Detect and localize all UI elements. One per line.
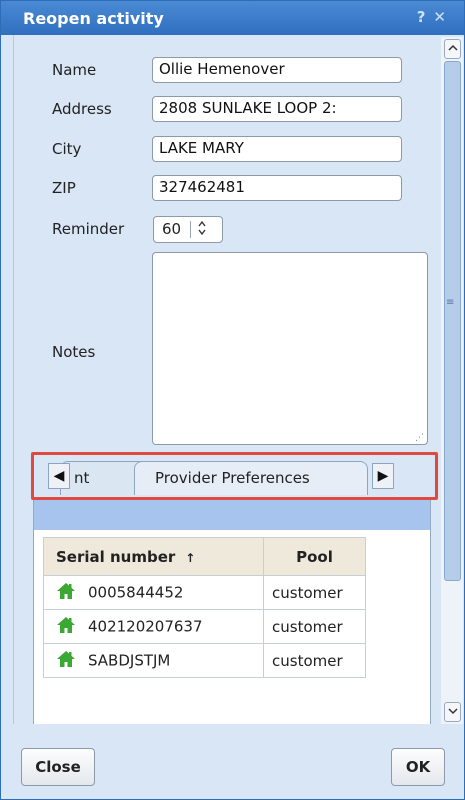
pool-cell: customer — [263, 643, 366, 678]
serial-cell: 0005844452 — [88, 583, 184, 601]
table-header-row: Serial number ↑ Pool — [43, 537, 366, 576]
reminder-value: 60 — [162, 220, 182, 238]
scroll-grip-icon: ≡ — [446, 297, 455, 308]
dialog-title: Reopen activity — [23, 9, 164, 28]
zip-field[interactable]: 327462481 — [152, 175, 402, 201]
serial-table: Serial number ↑ Pool 0005844452 customer … — [43, 537, 366, 678]
ok-button[interactable]: OK — [391, 748, 445, 786]
city-label: City — [52, 140, 82, 158]
notes-label: Notes — [52, 343, 96, 361]
house-icon — [56, 616, 76, 638]
column-header-serial[interactable]: Serial number ↑ — [43, 537, 264, 576]
name-label: Name — [52, 61, 97, 79]
address-field[interactable]: 2808 SUNLAKE LOOP 2: — [152, 96, 402, 122]
city-field[interactable]: LAKE MARY — [152, 136, 402, 162]
sort-ascending-icon: ↑ — [185, 550, 196, 565]
resize-grip-icon[interactable]: ⋰ — [415, 433, 424, 443]
help-icon[interactable]: ? — [417, 8, 434, 26]
reminder-label: Reminder — [52, 220, 125, 238]
table-row[interactable]: SABDJSTJM customer — [43, 643, 366, 678]
close-button[interactable]: Close — [21, 748, 95, 786]
up-down-spinner-icon[interactable] — [197, 219, 207, 241]
house-icon — [56, 650, 76, 672]
pool-cell: customer — [263, 575, 366, 610]
table-row[interactable]: 402120207637 customer — [43, 609, 366, 644]
serial-cell: SABDJSTJM — [88, 651, 171, 669]
house-icon — [56, 582, 76, 604]
reopen-activity-dialog: Reopen activity ?✕ Name Ollie Hemenover … — [0, 0, 465, 800]
column-header-pool[interactable]: Pool — [263, 537, 366, 576]
zip-label: ZIP — [52, 179, 76, 197]
serial-cell: 402120207637 — [88, 617, 203, 635]
scroll-up-icon[interactable] — [444, 39, 461, 59]
reminder-spinner[interactable]: 60 — [153, 216, 223, 243]
table-row[interactable]: 0005844452 customer — [43, 575, 366, 610]
close-icon[interactable]: ✕ — [433, 8, 454, 26]
pool-cell: customer — [263, 609, 366, 644]
address-label: Address — [52, 100, 112, 118]
name-field[interactable]: Ollie Hemenover — [152, 57, 402, 83]
scroll-down-icon[interactable] — [444, 702, 461, 722]
dialog-titlebar: Reopen activity ?✕ — [1, 1, 464, 35]
scrollbar-thumb[interactable] — [444, 61, 461, 581]
notes-textarea[interactable]: ⋰ — [152, 252, 428, 445]
vertical-scrollbar[interactable]: ≡ — [441, 37, 463, 724]
panel-header-bar — [34, 500, 430, 530]
tab-strip-highlight — [31, 452, 438, 500]
